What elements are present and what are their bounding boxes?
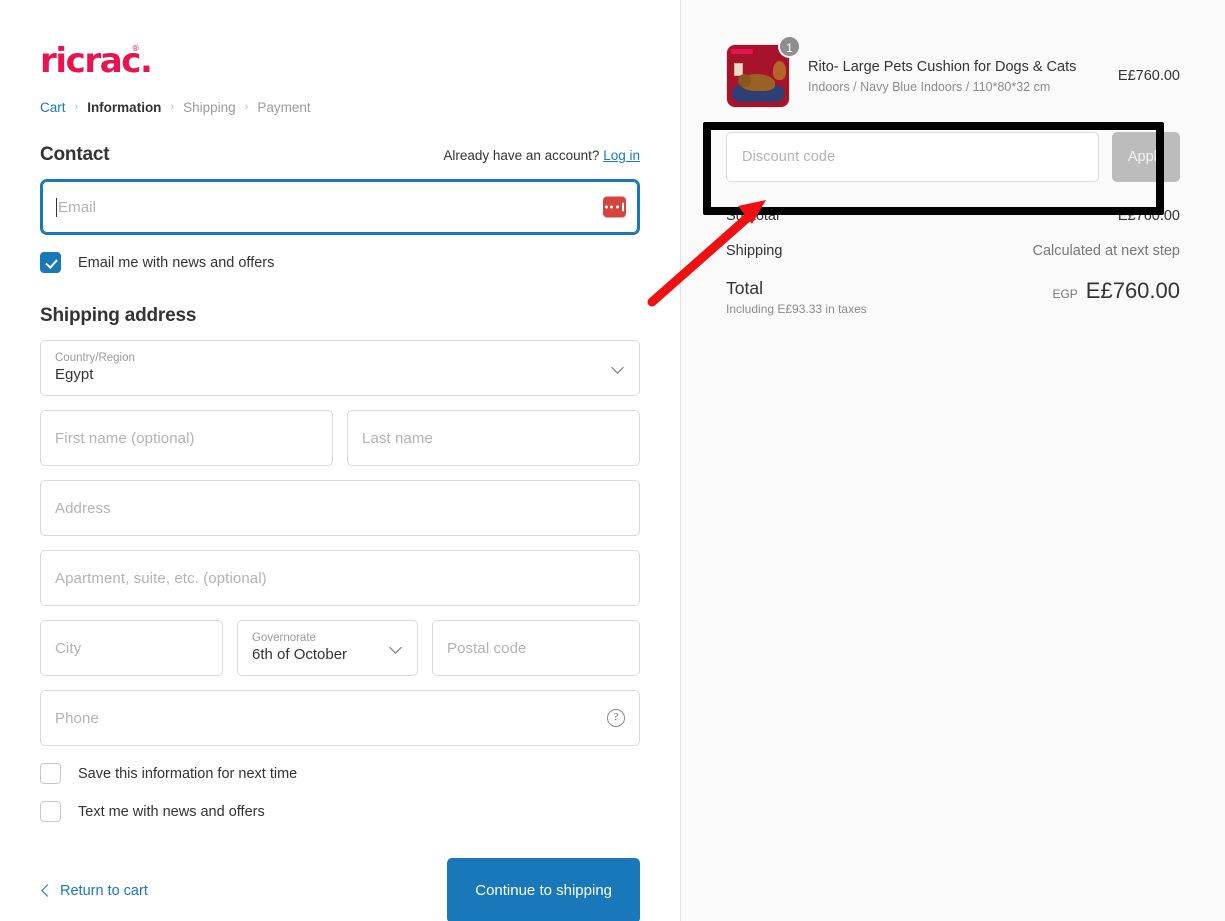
form-footer: Return to cart Continue to shipping	[40, 858, 640, 921]
name-row: First name (optional) Last name	[40, 410, 640, 466]
shipping-section-header: Shipping address	[40, 305, 640, 327]
country-region-label: Country/Region	[55, 351, 612, 365]
chevron-down-icon	[612, 362, 625, 375]
discount-code-row: Discount code Apply	[726, 132, 1180, 182]
contact-title: Contact	[40, 144, 109, 166]
breadcrumb: Cart › Information › Shipping › Payment	[40, 100, 640, 115]
governorate-label: Governorate	[252, 631, 390, 645]
login-link[interactable]: Log in	[603, 148, 640, 163]
grand-total-amount: EGP E£760.00	[1052, 278, 1180, 304]
currency-code: EGP	[1052, 287, 1077, 301]
subtotal-value: E£760.00	[1118, 208, 1180, 224]
return-to-cart-link[interactable]: Return to cart	[40, 883, 148, 899]
shipping-value: Calculated at next step	[1032, 243, 1180, 259]
shipping-label: Shipping	[726, 243, 782, 259]
text-offers-checkbox-row[interactable]: Text me with news and offers	[40, 801, 640, 822]
product-variant: Indoors / Navy Blue Indoors / 110*80*32 …	[808, 80, 1086, 94]
breadcrumb-item-cart[interactable]: Cart	[40, 100, 66, 115]
lastpass-dots-icon[interactable]	[603, 197, 626, 218]
apartment-field[interactable]: Apartment, suite, etc. (optional)	[40, 550, 640, 606]
postal-code-placeholder: Postal code	[447, 640, 526, 657]
newsletter-checkbox-row[interactable]: Email me with news and offers	[40, 252, 640, 273]
grand-total-row: Total Including E£93.33 in taxes EGP E£7…	[726, 278, 1180, 316]
country-region-value: Egypt	[55, 366, 612, 385]
text-caret	[56, 198, 57, 217]
city-placeholder: City	[55, 640, 81, 657]
city-governorate-postal-row: City Governorate 6th of October Postal c…	[40, 620, 640, 676]
question-mark-circle-icon[interactable]: ?	[607, 709, 625, 727]
newsletter-checkbox[interactable]	[40, 252, 61, 273]
registered-mark-icon: ®	[132, 45, 140, 53]
shipping-address-title: Shipping address	[40, 305, 196, 327]
breadcrumb-item-payment: Payment	[257, 100, 310, 115]
country-region-select[interactable]: Country/Region Egypt	[40, 340, 640, 396]
chevron-down-icon	[390, 642, 403, 655]
checkout-form-column: ricrac. ® Cart › Information › Shipping …	[0, 0, 680, 921]
city-field[interactable]: City	[40, 620, 223, 676]
order-line-item: 1 Rito- Large Pets Cushion for Dogs & Ca…	[726, 44, 1180, 108]
apartment-placeholder: Apartment, suite, etc. (optional)	[55, 570, 267, 587]
first-name-field[interactable]: First name (optional)	[40, 410, 333, 466]
address-field[interactable]: Address	[40, 480, 640, 536]
order-summary-column: 1 Rito- Large Pets Cushion for Dogs & Ca…	[680, 0, 1225, 921]
breadcrumb-separator-icon: ›	[75, 102, 79, 113]
grand-total-label: Total	[726, 278, 763, 298]
breadcrumb-item-shipping: Shipping	[183, 100, 236, 115]
text-offers-label: Text me with news and offers	[78, 804, 265, 820]
email-field[interactable]: Email	[40, 179, 640, 235]
contact-section-header: Contact Already have an account? Log in	[40, 144, 640, 166]
account-prompt-text: Already have an account?	[443, 148, 599, 163]
continue-to-shipping-button[interactable]: Continue to shipping	[447, 858, 640, 921]
save-info-label: Save this information for next time	[78, 766, 297, 782]
phone-placeholder: Phone	[55, 710, 99, 727]
breadcrumb-separator-icon: ›	[170, 102, 174, 113]
breadcrumb-separator-icon: ›	[245, 102, 249, 113]
product-info: Rito- Large Pets Cushion for Dogs & Cats…	[808, 58, 1086, 94]
last-name-placeholder: Last name	[362, 430, 433, 447]
phone-field[interactable]: Phone ?	[40, 690, 640, 746]
address-placeholder: Address	[55, 500, 111, 517]
chevron-left-icon	[40, 886, 50, 896]
discount-code-placeholder: Discount code	[742, 149, 835, 165]
grand-total-labels: Total Including E£93.33 in taxes	[726, 278, 867, 316]
checkout-page: ricrac. ® Cart › Information › Shipping …	[0, 0, 1225, 921]
product-price: E£760.00	[1104, 68, 1180, 84]
shipping-row: Shipping Calculated at next step	[726, 243, 1180, 259]
order-totals: Subtotal E£760.00 Shipping Calculated at…	[726, 208, 1180, 316]
save-info-checkbox-row[interactable]: Save this information for next time	[40, 763, 640, 784]
breadcrumb-item-information: Information	[87, 100, 161, 115]
first-name-placeholder: First name (optional)	[55, 430, 195, 447]
last-name-field[interactable]: Last name	[347, 410, 640, 466]
postal-code-field[interactable]: Postal code	[432, 620, 640, 676]
apply-discount-button[interactable]: Apply	[1112, 132, 1180, 182]
store-logo[interactable]: ricrac. ®	[40, 44, 152, 78]
subtotal-row: Subtotal E£760.00	[726, 208, 1180, 224]
discount-code-input[interactable]: Discount code	[726, 132, 1099, 182]
email-placeholder: Email	[58, 199, 96, 216]
text-offers-checkbox[interactable]	[40, 801, 61, 822]
governorate-select[interactable]: Governorate 6th of October	[237, 620, 418, 676]
newsletter-label: Email me with news and offers	[78, 255, 274, 271]
governorate-value: 6th of October	[252, 646, 390, 665]
product-thumbnail-wrap: 1	[726, 44, 790, 108]
tax-note: Including E£93.33 in taxes	[726, 302, 867, 316]
subtotal-label: Subtotal	[726, 208, 779, 224]
grand-total-value: E£760.00	[1086, 278, 1180, 304]
account-prompt: Already have an account? Log in	[443, 148, 640, 163]
product-title: Rito- Large Pets Cushion for Dogs & Cats	[808, 58, 1086, 77]
save-info-checkbox[interactable]	[40, 763, 61, 784]
return-to-cart-label: Return to cart	[60, 883, 148, 899]
quantity-badge: 1	[778, 35, 801, 58]
